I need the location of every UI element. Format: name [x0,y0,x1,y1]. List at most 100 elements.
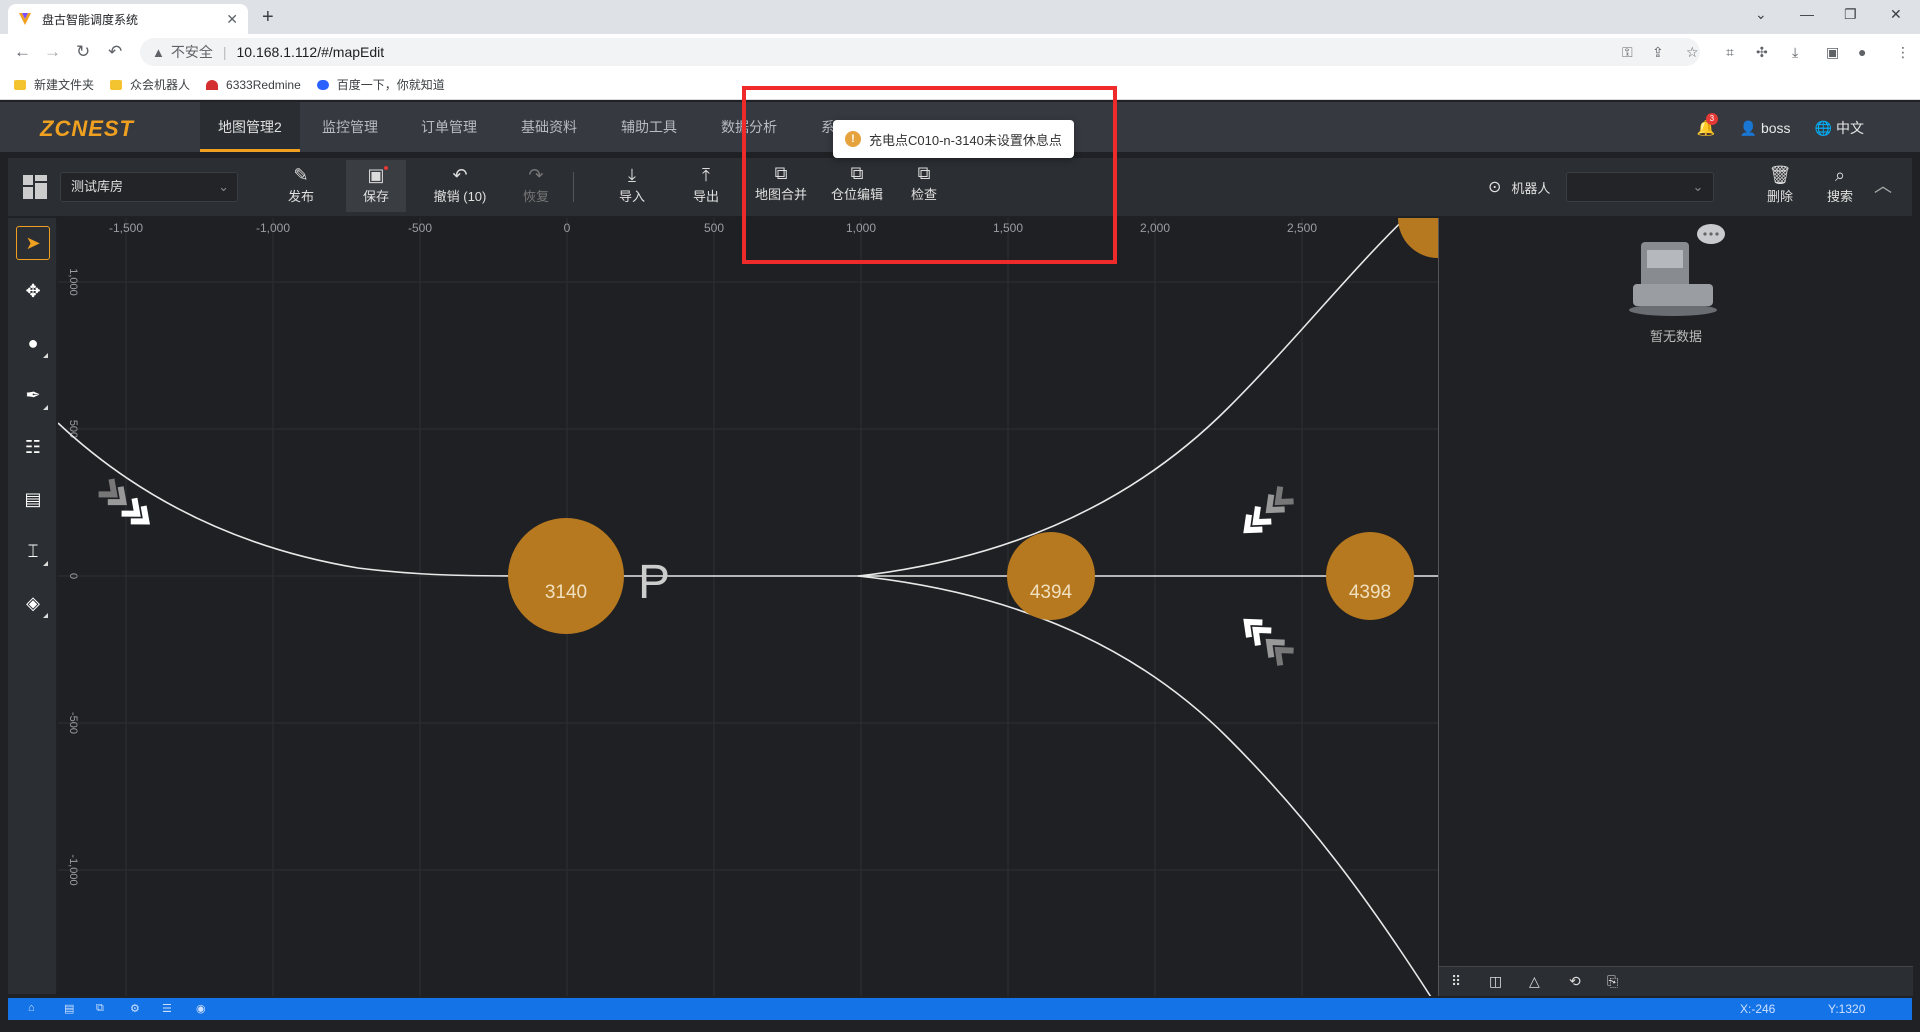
eye-icon[interactable]: ◉ [196,1002,206,1015]
mirror-icon[interactable]: △ [1529,973,1540,990]
map-canvas[interactable]: -1,500 -1,000 -500 0 500 1,000 1,500 2,000 2,500… [58,218,1438,996]
minimize-icon[interactable]: — [1800,6,1814,22]
bookmark-item[interactable]: 众会机器人 [110,76,190,93]
sidepanel-icon[interactable]: ▣ [1826,44,1839,61]
forward-icon[interactable]: → [44,42,61,62]
search-icon: ⌕ [1834,165,1846,185]
nav-tab-tools[interactable]: 辅助工具 [603,102,695,152]
profile-icon[interactable]: ● [1858,44,1866,60]
map-node-3140[interactable] [508,518,624,634]
map-layout-icon [23,175,47,199]
browser-tab-title: 盘古智能调度系统 [42,12,139,27]
browser-tab[interactable]: 盘古智能调度系统 ✕ [8,4,248,34]
bookmark-label: 6333Redmine [226,77,301,92]
redo-icon: ↷ [528,165,544,185]
user-name[interactable]: boss [1761,120,1791,136]
node-label: 3140 [545,582,587,603]
list-icon[interactable]: ☰ [162,1002,172,1015]
map-merge-button[interactable]: ⧉ 地图合并 [744,162,818,203]
area-tool[interactable]: ◈ [16,586,50,620]
tab-search-icon[interactable]: ⌄ [1755,6,1767,23]
shelf-tool[interactable]: ☷ [16,430,50,464]
layers-icon[interactable]: ⧉ [96,1002,104,1015]
map-svg[interactable]: -1,500 -1,000 -500 0 500 1,000 1,500 2,000 2,500… [58,218,1438,996]
nav-tab-basic-data[interactable]: 基础资料 [503,102,595,152]
pen-icon: ✒ [25,384,41,405]
grid-icon[interactable]: ⠿ [1451,973,1461,990]
map-node[interactable] [1398,218,1438,258]
axis-labels: -1,500 -1,000 -500 0 500 1,000 1,500 2,000 2,500… [67,221,1317,886]
header-right: 🔔 3 👤 boss 🌐 中文 [1697,113,1864,138]
station-tool[interactable]: ▤ [16,482,50,516]
close-tab-icon[interactable]: ✕ [226,11,238,28]
bookmark-item[interactable]: 百度一下，你就知道 [316,76,445,93]
warehouse-select[interactable]: 测试库房 ⌄ [60,172,238,202]
nav-tab-orders[interactable]: 订单管理 [403,102,495,152]
redo-button[interactable]: ↷ 恢复 [506,164,566,205]
map-node-4394[interactable] [1007,532,1095,620]
x-tick-label: 1,000 [846,221,876,235]
left-tool-strip: ➤ ✥ ● ✒ ☷ ▤ ⌶ ◈ [8,218,56,994]
download-icon[interactable]: ⤓ [1792,44,1798,61]
file-icon[interactable]: ▤ [64,1002,74,1015]
import-label: 导入 [618,189,645,204]
route-path[interactable] [857,218,1438,577]
copy-icon: ⧉ [917,163,931,183]
bookmark-item[interactable]: 6333Redmine [206,78,301,92]
label-tool[interactable]: ⌶ [16,534,50,568]
route-path[interactable] [58,422,519,577]
x-tick-label: 1,500 [993,221,1023,235]
home-undo-icon[interactable]: ↶ [108,42,122,62]
reload-icon[interactable]: ↻ [76,42,90,62]
export-button[interactable]: ⤒ 导出 [676,164,736,205]
home-icon[interactable]: ⌂ [28,1002,35,1014]
undo-button[interactable]: ↶ 撤销 (10) [420,164,500,205]
warning-toast: ! 充电点C010-n-3140未设置休息点 [833,120,1074,158]
back-icon[interactable]: ← [14,42,31,62]
restore-icon[interactable]: ❐ [1844,6,1857,23]
robot-select[interactable]: ⌄ [1566,172,1715,202]
point-tool[interactable]: ● [16,326,50,360]
map-node-4398[interactable] [1326,532,1414,620]
search-button[interactable]: ⌕ 搜索 [1810,164,1870,205]
crop-icon[interactable]: ⌗ [1726,44,1734,61]
extensions-icon[interactable]: ✣ [1756,44,1768,61]
map-toolbar: 测试库房 ⌄ ✎ 发布 ▣ 保存 ↶ 撤销 (10) ↷ 恢复 ⤓ 导入 ⤒ 导出 ⧉ 地图合… [8,158,1912,216]
bell-icon[interactable]: 🔔 3 [1697,113,1718,137]
save-button[interactable]: ▣ 保存 [346,160,406,212]
star-icon[interactable]: ☆ [1686,44,1699,61]
cursor-x: X:-246 [1740,1002,1776,1016]
delete-button[interactable]: 🗑 删除 [1750,164,1810,205]
x-tick-label: 0 [564,221,571,235]
new-tab-icon[interactable]: + [262,6,274,29]
route-path[interactable] [857,575,1438,996]
settings-icon[interactable]: ⚙ [130,1002,140,1015]
import-button[interactable]: ⤓ 导入 [602,164,662,205]
address-bar[interactable]: ▲ 不安全 | 10.168.1.112/#/mapEdit [140,38,1700,66]
key-icon[interactable]: ⚿ [1622,44,1633,61]
check-button[interactable]: ⧉ 检查 [894,162,954,203]
move-tool[interactable]: ✥ [16,274,50,308]
bookmark-item[interactable]: 新建文件夹 [14,76,94,93]
select-tool[interactable]: ➤ [16,226,50,260]
slot-edit-button[interactable]: ⧉ 仓位编辑 [820,162,894,203]
publish-button[interactable]: ✎ 发布 [271,164,331,205]
collapse-icon[interactable]: ︿ [1874,172,1892,198]
pen-tool[interactable]: ✒ [16,378,50,412]
language-switch[interactable]: 中文 [1836,118,1864,138]
pointer-icon: ➤ [25,232,41,253]
copy-icon[interactable]: ⎘ [1607,973,1618,990]
nav-tab-map[interactable]: 地图管理2 [200,102,300,152]
rotate-icon[interactable]: ⟲ [1569,973,1581,990]
bookmark-label: 百度一下，你就知道 [336,78,445,92]
split-view-icon[interactable]: ◫ [1489,973,1502,990]
parking-label: P [638,556,670,609]
close-window-icon[interactable]: ✕ [1890,6,1902,23]
divider: | [222,44,227,60]
nav-tab-monitor[interactable]: 监控管理 [304,102,396,152]
share-icon[interactable]: ⇪ [1652,44,1664,61]
nav-tab-analysis[interactable]: 数据分析 [703,102,795,152]
menu-icon[interactable]: ⋮ [1896,44,1910,61]
url-text: 10.168.1.112/#/mapEdit [236,44,385,60]
node-label: 4394 [1030,582,1073,603]
